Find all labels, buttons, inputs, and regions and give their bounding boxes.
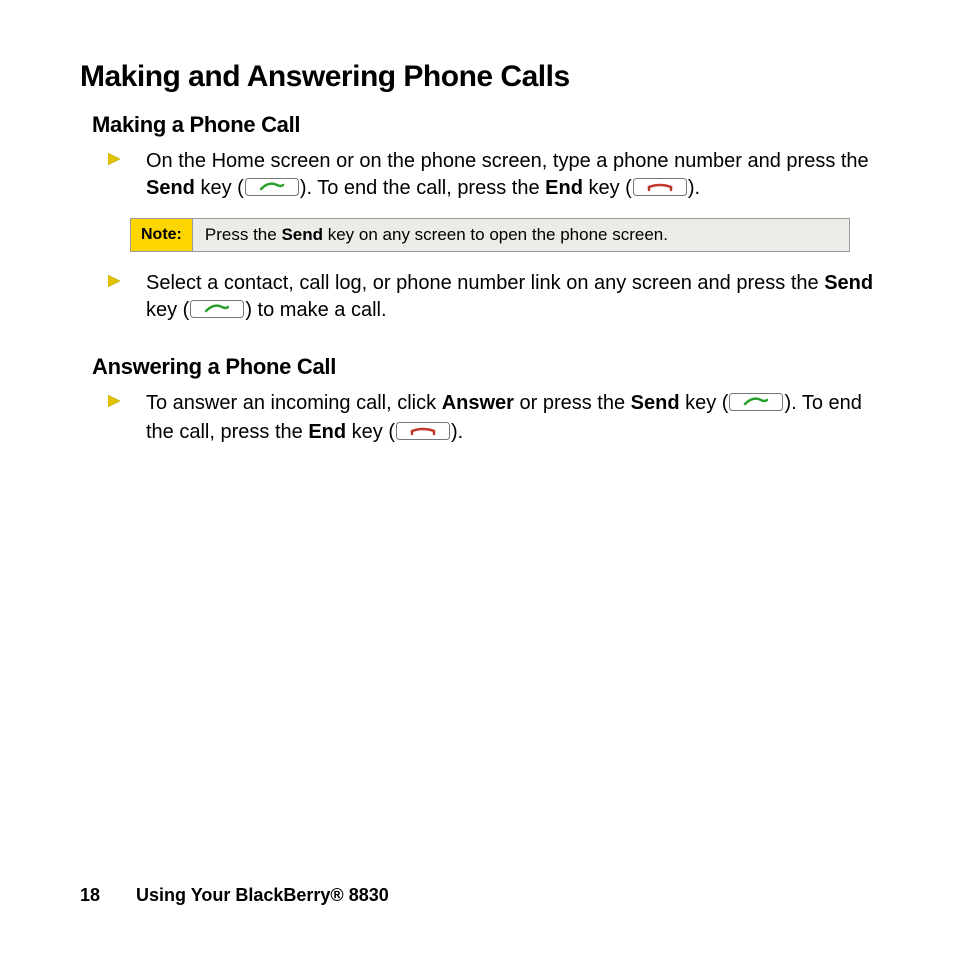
send-label: Send bbox=[631, 392, 680, 414]
send-key-icon bbox=[245, 177, 299, 204]
send-key-icon bbox=[729, 392, 783, 419]
end-label: End bbox=[308, 421, 346, 443]
text-fragment: Select a contact, call log, or phone num… bbox=[146, 272, 824, 294]
note-body: Press the Send key on any screen to open… bbox=[193, 219, 849, 251]
send-label: Send bbox=[281, 225, 323, 244]
page-footer: 18 Using Your BlackBerry® 8830 bbox=[80, 885, 389, 906]
section-heading-answering: Answering a Phone Call bbox=[92, 354, 874, 380]
send-label: Send bbox=[146, 177, 195, 199]
answer-label: Answer bbox=[442, 392, 514, 414]
text-fragment: ). bbox=[688, 177, 700, 199]
document-page: Making and Answering Phone Calls Making … bbox=[0, 0, 954, 954]
end-key-icon bbox=[396, 421, 450, 448]
bullet-text: To answer an incoming call, click Answer… bbox=[146, 390, 874, 448]
list-item: Select a contact, call log, or phone num… bbox=[108, 270, 874, 326]
bullet-triangle-icon bbox=[108, 153, 124, 204]
book-title: Using Your BlackBerry® 8830 bbox=[136, 885, 389, 905]
page-number: 18 bbox=[80, 885, 100, 906]
bullet-triangle-icon bbox=[108, 395, 124, 448]
text-fragment: ). bbox=[451, 421, 463, 443]
note-box: Note: Press the Send key on any screen t… bbox=[130, 218, 850, 252]
text-fragment: key ( bbox=[680, 392, 729, 414]
end-key-icon bbox=[633, 177, 687, 204]
text-fragment: key ( bbox=[146, 299, 189, 321]
text-fragment: Press the bbox=[205, 225, 282, 244]
bullet-triangle-icon bbox=[108, 275, 124, 326]
send-key-icon bbox=[190, 299, 244, 326]
bullet-text: On the Home screen or on the phone scree… bbox=[146, 148, 874, 204]
list-item: To answer an incoming call, click Answer… bbox=[108, 390, 874, 448]
text-fragment: key ( bbox=[346, 421, 395, 443]
bullet-text: Select a contact, call log, or phone num… bbox=[146, 270, 874, 326]
text-fragment: To answer an incoming call, click bbox=[146, 392, 442, 414]
text-fragment: ). To end the call, press the bbox=[300, 177, 545, 199]
end-label: End bbox=[545, 177, 583, 199]
text-fragment: key ( bbox=[195, 177, 244, 199]
text-fragment: key on any screen to open the phone scre… bbox=[323, 225, 668, 244]
page-title: Making and Answering Phone Calls bbox=[80, 60, 874, 94]
text-fragment: or press the bbox=[514, 392, 631, 414]
send-label: Send bbox=[824, 272, 873, 294]
section-heading-making: Making a Phone Call bbox=[92, 112, 874, 138]
text-fragment: key ( bbox=[583, 177, 632, 199]
text-fragment: On the Home screen or on the phone scree… bbox=[146, 150, 869, 172]
list-item: On the Home screen or on the phone scree… bbox=[108, 148, 874, 204]
text-fragment: ) to make a call. bbox=[245, 299, 386, 321]
note-label: Note: bbox=[131, 219, 193, 251]
